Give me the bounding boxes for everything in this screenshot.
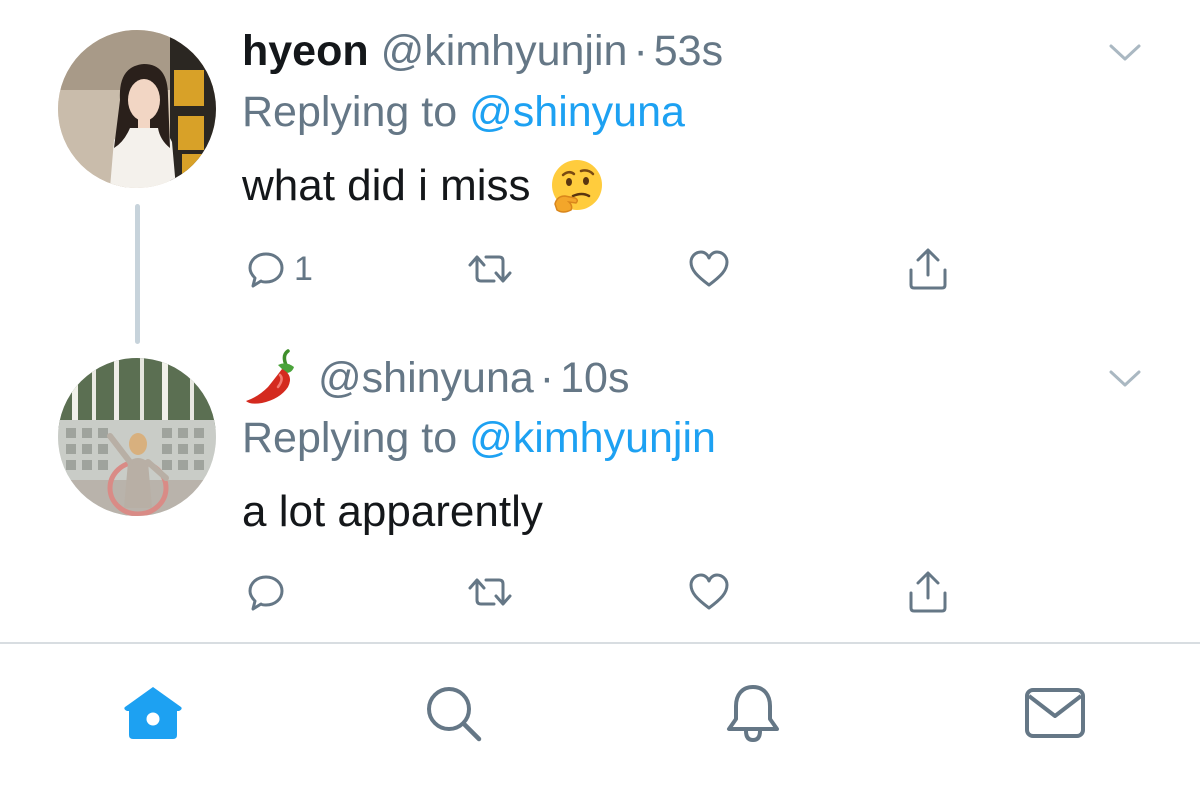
separator-dot: · (539, 353, 555, 402)
retweet-button[interactable] (466, 567, 514, 617)
tweet-text: a lot apparently (242, 482, 543, 542)
thinking-face-emoji-icon (551, 160, 602, 213)
chevron-down-icon[interactable] (1107, 366, 1143, 390)
tweet-actions (242, 567, 982, 617)
tweet-text: what did i miss (242, 156, 605, 216)
retweet-button[interactable] (466, 244, 514, 294)
retweet-icon (468, 578, 512, 606)
reply-button[interactable] (246, 567, 294, 617)
thread-line (135, 204, 140, 344)
reply-icon (248, 252, 284, 288)
separator-dot: · (633, 26, 648, 75)
handle[interactable]: @kimhyunjin (381, 27, 628, 76)
reply-icon (248, 575, 284, 611)
bottom-tab-bar (0, 644, 1200, 786)
retweet-icon (468, 255, 512, 283)
notifications-icon (727, 685, 779, 743)
like-icon (689, 573, 729, 610)
share-button[interactable] (906, 567, 950, 617)
reply-button[interactable]: 1 (246, 244, 313, 294)
tweet[interactable]: @shinyuna · 10s Replying to @kimhyunjin … (0, 330, 1200, 642)
mention-link[interactable]: @kimhyunjin (469, 414, 716, 463)
like-icon (689, 250, 729, 287)
share-icon (909, 571, 947, 613)
replying-label: Replying to (242, 87, 458, 136)
tweet-actions: 1 (242, 244, 982, 294)
search-icon (427, 687, 482, 742)
tab-messages[interactable] (1020, 678, 1090, 748)
tweet-text-content: a lot apparently (242, 487, 543, 536)
replying-to: Replying to @shinyuna (242, 85, 685, 139)
tweet-thread-screen: hyeon @kimhyunjin · 53s Replying to @shi… (0, 0, 1200, 786)
timestamp[interactable]: 53s (654, 27, 723, 76)
mention-link[interactable]: @shinyuna (469, 88, 685, 137)
messages-icon (1025, 688, 1085, 738)
avatar[interactable] (58, 358, 216, 516)
avatar[interactable] (58, 30, 216, 188)
tweet-header: hyeon @kimhyunjin · 53s (242, 24, 723, 78)
hot-pepper-emoji-icon (246, 349, 294, 404)
reply-count: 1 (294, 249, 313, 288)
like-button[interactable] (687, 567, 731, 617)
timestamp[interactable]: 10s (560, 354, 629, 403)
like-button[interactable] (687, 244, 731, 294)
tweet-header: @shinyuna · 10s (242, 349, 629, 405)
tab-notifications[interactable] (718, 678, 788, 748)
avatar-photo (58, 358, 216, 516)
share-button[interactable] (906, 244, 950, 294)
tweet[interactable]: hyeon @kimhyunjin · 53s Replying to @shi… (0, 0, 1200, 344)
display-name[interactable]: hyeon (242, 27, 369, 76)
avatar-photo (58, 30, 216, 188)
replying-label: Replying to (242, 413, 458, 462)
home-icon (124, 687, 182, 739)
share-icon (909, 248, 947, 290)
tweet-text-content: what did i miss (242, 161, 531, 210)
chevron-down-icon[interactable] (1107, 40, 1143, 64)
tab-search[interactable] (418, 678, 488, 748)
tab-home[interactable] (118, 678, 188, 748)
handle[interactable]: @shinyuna (318, 354, 534, 403)
replying-to: Replying to @kimhyunjin (242, 411, 716, 465)
